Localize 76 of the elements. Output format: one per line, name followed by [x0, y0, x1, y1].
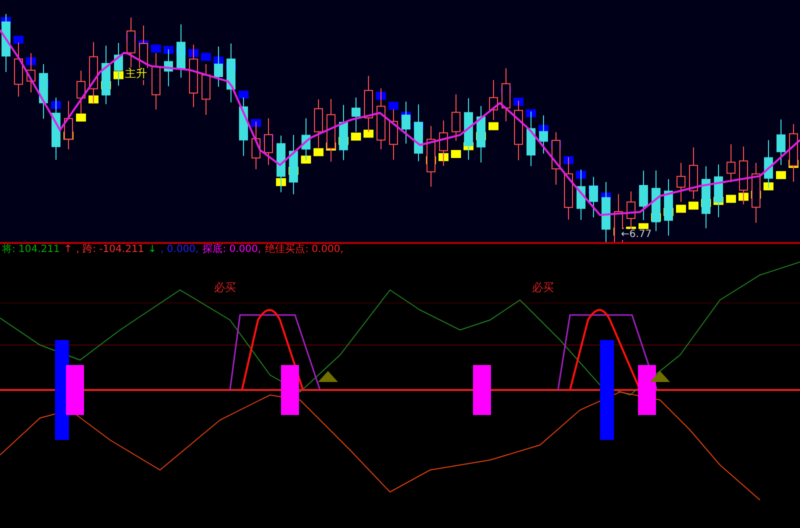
- candlestick: [764, 140, 773, 189]
- legend-value: 将: 104.211: [2, 244, 60, 256]
- candlestick: [176, 24, 186, 78]
- candlestick: [39, 64, 48, 120]
- candlestick: [726, 144, 736, 183]
- candlestick: [714, 164, 723, 218]
- candlestick: [776, 119, 786, 166]
- candlestick: [526, 111, 536, 167]
- candlestick: [352, 96, 360, 132]
- candlestick: [152, 52, 160, 110]
- triangle-icon: [318, 371, 338, 382]
- candlestick: [164, 48, 173, 87]
- candlestick: [126, 17, 136, 68]
- candlestick: [652, 170, 660, 232]
- trend-label: 主升: [124, 68, 148, 80]
- candlestick: [314, 98, 323, 148]
- candlestick: [339, 104, 348, 161]
- candlestick: [676, 162, 686, 202]
- candlestick: [564, 156, 573, 220]
- buy-signal-label: 必买: [532, 282, 554, 294]
- candlestick: [576, 169, 586, 220]
- candlestick: [289, 134, 298, 195]
- candlestick: [589, 176, 598, 218]
- candlestick: [752, 162, 760, 224]
- candlestick: [89, 42, 98, 104]
- candlestick: [214, 46, 223, 88]
- legend-value: , 0.000,: [160, 244, 199, 256]
- candlestick: [739, 146, 748, 205]
- candlestick: [302, 118, 310, 161]
- legend-value: 绝佳买点: 0.000,: [265, 244, 344, 256]
- candlestick: [514, 100, 523, 161]
- candlestick: [689, 146, 698, 200]
- candlestick: [64, 100, 73, 150]
- candlestick: [14, 42, 23, 98]
- candlestick: [76, 70, 86, 114]
- legend-value: 探底: 0.000,: [202, 244, 262, 256]
- signal-bar: [638, 365, 656, 415]
- low-price-marker: ←6.77: [620, 229, 653, 240]
- candlestick: [402, 101, 410, 144]
- candlestick: [376, 88, 386, 150]
- candlestick: [389, 108, 398, 160]
- candlestick: [276, 135, 286, 193]
- candlestick: [439, 120, 448, 166]
- candlestick: [539, 114, 548, 154]
- candlestick: [202, 64, 210, 116]
- candlestick: [552, 132, 560, 186]
- candlestick: [664, 178, 673, 236]
- candlestick: [2, 14, 10, 72]
- candlestick: [639, 170, 648, 221]
- candlestick: [239, 96, 248, 156]
- candlestick: [26, 52, 36, 93]
- triangle-icon: [650, 371, 670, 382]
- candlestick: [52, 97, 60, 160]
- candlestick: [252, 121, 260, 170]
- candlestick: [226, 43, 236, 103]
- candlestick: [426, 126, 436, 188]
- legend-value: ↓: [148, 244, 157, 256]
- candlestick: [114, 42, 123, 86]
- candlestick: [464, 98, 473, 160]
- candlestick: [452, 94, 460, 142]
- candlestick: [476, 105, 486, 164]
- legend-value: , 跨: -104.211: [76, 244, 144, 256]
- signal-bar: [473, 365, 491, 415]
- candlestick: [326, 98, 336, 162]
- candlestick: [602, 182, 610, 242]
- legend-value: ↑: [64, 244, 72, 256]
- candlestick: [102, 45, 110, 105]
- candlestick: [702, 166, 710, 229]
- signal-bar: [281, 365, 299, 415]
- buy-signal-label: 必买: [214, 282, 236, 294]
- candlestick: [502, 68, 510, 122]
- candlestick: [489, 79, 498, 120]
- candlestick: [189, 44, 198, 108]
- candlestick: [414, 104, 423, 162]
- candlestick: [364, 75, 373, 132]
- candlestick: [264, 118, 273, 166]
